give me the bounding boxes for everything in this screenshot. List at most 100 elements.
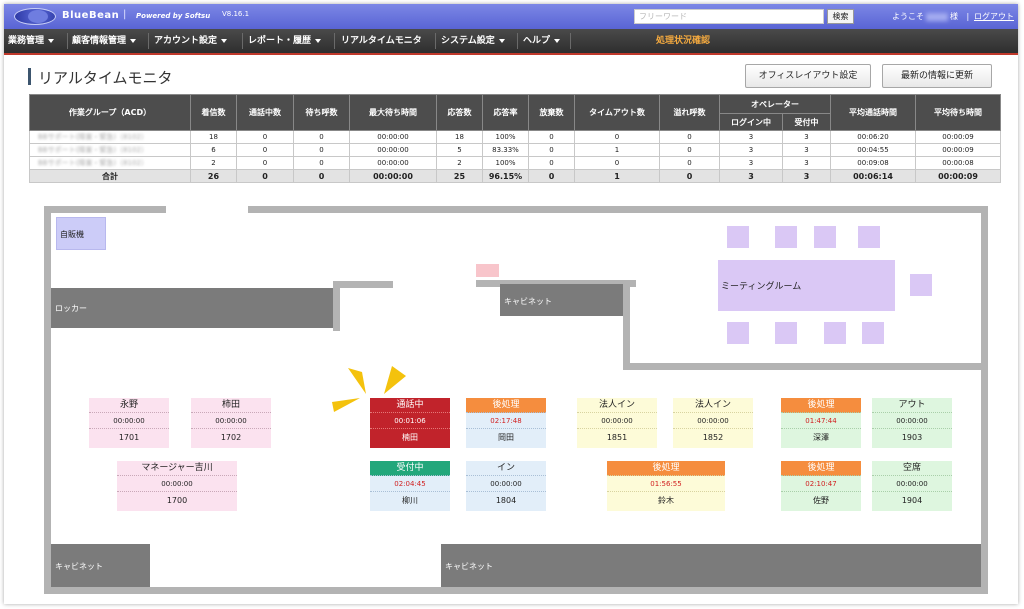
- cell-abandoned: 0: [528, 130, 575, 144]
- menu-system[interactable]: システム設定: [441, 29, 505, 53]
- chevron-down-icon: [498, 38, 505, 43]
- cell-overflow: 0: [659, 130, 720, 144]
- cell-login: 3: [719, 130, 783, 144]
- seat-operator-name: 深澤: [813, 433, 829, 442]
- seat-card[interactable]: 後処理 02:10:47 佐野: [781, 461, 861, 511]
- seat-time: 01:56:55: [607, 476, 725, 492]
- seat-card[interactable]: 後処理 01:56:55 鈴木: [607, 461, 725, 511]
- menu-divider: [148, 33, 149, 49]
- cell-answer-rate: 100%: [482, 156, 529, 170]
- menu-divider: [435, 33, 436, 49]
- wall: [44, 206, 166, 213]
- cell-avg-wait: 00:00:09: [915, 130, 1001, 144]
- pink-marker: [476, 264, 499, 277]
- cabinet-bottom-left: キャビネット: [51, 544, 150, 587]
- chevron-down-icon: [221, 38, 228, 43]
- cell-group: BBサポート(障害・緊急)（8102）: [29, 143, 191, 157]
- table-row: BBサポート(障害・緊急)（8102） 2 0 0 00:00:00 2 100…: [29, 156, 1001, 170]
- cell-avg-talk: 00:04:55: [830, 143, 916, 157]
- seat-card[interactable]: 法人イン 00:00:00 1852: [673, 398, 753, 448]
- user-name-redacted: [926, 12, 948, 21]
- cell-answered: 2: [436, 156, 483, 170]
- seat-status: 法人イン: [577, 398, 657, 413]
- cell-timeout: 1: [574, 143, 660, 157]
- cabinet-label: キャビネット: [445, 562, 493, 571]
- table-row: BBサポート(障害・緊急)（8102） 6 0 0 00:00:00 5 83.…: [29, 143, 1001, 157]
- logout-link[interactable]: ログアウト: [974, 11, 1014, 22]
- cell-answer-rate: 83.33%: [482, 143, 529, 157]
- title-accent: [28, 68, 31, 85]
- cell-avg-talk: 00:09:08: [830, 156, 916, 170]
- seat-card[interactable]: 法人イン 00:00:00 1851: [577, 398, 657, 448]
- col-abandoned: 放棄数: [528, 94, 575, 131]
- seat-time: 02:04:45: [370, 476, 450, 492]
- meeting-chair: [775, 226, 797, 248]
- seat-time: 02:17:48: [466, 413, 546, 429]
- menu-business[interactable]: 業務管理: [8, 29, 55, 53]
- menu-help[interactable]: ヘルプ: [523, 29, 561, 53]
- cell-talking: 0: [236, 143, 294, 157]
- cell-avg-wait: 00:00:09: [915, 169, 1001, 183]
- seat-card[interactable]: 後処理 02:17:48 岡田: [466, 398, 546, 448]
- seat-status: アウト: [872, 398, 952, 413]
- office-layout-button[interactable]: オフィスレイアウト設定: [745, 64, 871, 88]
- seat-card[interactable]: 後処理 01:47:44 深澤: [781, 398, 861, 448]
- brand-name: BlueBean: [62, 10, 120, 21]
- seat-card[interactable]: イン 00:00:00 1804: [466, 461, 546, 511]
- chevron-down-icon: [130, 38, 137, 43]
- seat-time: 00:00:00: [872, 413, 952, 429]
- seat-time: 00:00:00: [673, 413, 753, 429]
- meeting-chair: [727, 322, 749, 344]
- cell-abandoned: 0: [528, 156, 575, 170]
- cell-avg-talk: 00:06:14: [830, 169, 916, 183]
- cabinet-label: キャビネット: [504, 297, 552, 306]
- seat-extension: 1903: [901, 433, 923, 442]
- col-avg-wait: 平均待ち時間: [915, 94, 1001, 131]
- wall: [44, 587, 988, 594]
- seat-status: 永野: [89, 398, 169, 413]
- bluebean-logo-icon[interactable]: [14, 8, 56, 25]
- seat-time: 01:47:44: [781, 413, 861, 429]
- chevron-down-icon: [315, 38, 322, 43]
- seat-operator-name: 柳川: [402, 496, 418, 505]
- seat-card[interactable]: 空席 00:00:00 1904: [872, 461, 952, 511]
- seat-card[interactable]: 柿田 00:00:00 1702: [191, 398, 271, 448]
- seat-card[interactable]: 永野 00:00:00 1701: [89, 398, 169, 448]
- seat-card-talking[interactable]: 通話中 00:01:06 楠田: [370, 398, 450, 448]
- search-button[interactable]: 検索: [827, 9, 854, 24]
- menu-realtime[interactable]: リアルタイムモニタ: [341, 29, 422, 53]
- wall: [623, 363, 988, 370]
- seat-status: 柿田: [191, 398, 271, 413]
- seat-operator-name: 岡田: [498, 433, 514, 442]
- processing-status-link[interactable]: 処理状況確認: [656, 29, 710, 53]
- powered-by: Powered by Softsu: [136, 12, 211, 20]
- col-overflow: 溢れ呼数: [659, 94, 720, 131]
- refresh-button[interactable]: 最新の情報に更新: [882, 64, 992, 88]
- menu-customer[interactable]: 顧客情報管理: [72, 29, 137, 53]
- col-avg-talk: 平均通話時間: [830, 94, 916, 131]
- cell-incoming: 2: [190, 156, 237, 170]
- seat-card[interactable]: 受付中 02:04:45 柳川: [370, 461, 450, 511]
- seat-card[interactable]: マネージャー吉川 00:00:00 1700: [117, 461, 237, 511]
- acd-stats-table: 作業グループ（ACD） 着信数 通話中数 待ち呼数 最大待ち時間 応答数 応答率…: [29, 94, 1001, 183]
- menu-report[interactable]: レポート・履歴: [248, 29, 322, 53]
- col-waiting: 待ち呼数: [293, 94, 350, 131]
- cell-accepting: 3: [782, 130, 831, 144]
- seat-card[interactable]: アウト 00:00:00 1903: [872, 398, 952, 448]
- seat-extension: 1851: [606, 433, 628, 442]
- search-input[interactable]: [634, 9, 824, 24]
- seat-operator-name: 佐野: [813, 496, 829, 505]
- meeting-chair: [910, 274, 932, 296]
- seat-time: 00:00:00: [872, 476, 952, 492]
- welcome-label: ようこそ: [892, 12, 924, 21]
- menu-account[interactable]: アカウント設定: [154, 29, 228, 53]
- seat-status: 後処理: [781, 461, 861, 476]
- seat-status: 後処理: [466, 398, 546, 413]
- menu-divider: [334, 33, 335, 49]
- cell-login: 3: [719, 169, 783, 183]
- cabinet-bottom-right: キャビネット: [441, 544, 981, 587]
- seat-status: 後処理: [781, 398, 861, 413]
- menu-label: アカウント設定: [154, 36, 218, 46]
- cell-timeout: 0: [574, 156, 660, 170]
- col-max-wait: 最大待ち時間: [349, 94, 437, 131]
